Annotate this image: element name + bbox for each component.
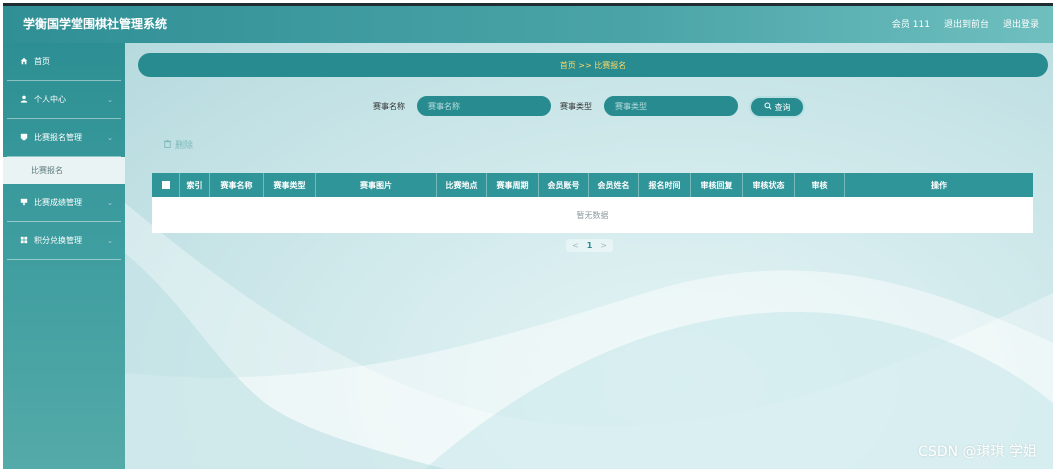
sidebar-item-home[interactable]: 首页 bbox=[7, 43, 121, 81]
chevron-down-icon: ⌄ bbox=[107, 236, 113, 245]
back-to-dashboard-link[interactable]: 退出到前台 bbox=[944, 17, 989, 30]
list-icon bbox=[19, 198, 29, 208]
sidebar: 首页 个人中心 ⌄ 比赛报名管理 ⌄ 比赛报名 比赛成绩管理 ⌄ 积分兑换管理 … bbox=[3, 43, 125, 469]
event-type-input[interactable] bbox=[604, 96, 738, 116]
chevron-down-icon: ⌄ bbox=[107, 133, 113, 142]
select-all-checkbox[interactable] bbox=[161, 181, 170, 189]
pagination: < 1 > bbox=[566, 239, 613, 252]
home-icon bbox=[19, 57, 29, 67]
sidebar-item-points-exchange[interactable]: 积分兑换管理 ⌄ bbox=[7, 222, 121, 260]
column-header: 操作 bbox=[931, 180, 947, 190]
page-number-current[interactable]: 1 bbox=[587, 241, 593, 250]
event-type-label: 赛事类型 bbox=[560, 102, 592, 111]
query-button[interactable]: 查询 bbox=[749, 96, 805, 118]
top-header: 学衡国学堂围棋社管理系统 会员 111 退出到前台 退出登录 bbox=[3, 3, 1053, 43]
sidebar-item-results-management[interactable]: 比赛成绩管理 ⌄ bbox=[7, 184, 121, 222]
sidebar-item-registration-management[interactable]: 比赛报名管理 ⌄ bbox=[7, 119, 121, 157]
table-empty-row: 暂无数据 bbox=[152, 197, 1033, 233]
sidebar-item-label: 比赛报名管理 bbox=[34, 133, 82, 142]
event-name-label: 赛事名称 bbox=[373, 102, 405, 111]
chevron-down-icon: ⌄ bbox=[107, 95, 113, 104]
prev-page-button[interactable]: < bbox=[572, 241, 579, 250]
sidebar-item-personal-center[interactable]: 个人中心 ⌄ bbox=[7, 81, 121, 119]
column-header: 赛事类型 bbox=[264, 173, 316, 197]
search-icon bbox=[763, 102, 772, 112]
delete-button-label: 删除 bbox=[175, 141, 194, 151]
column-header: 赛事周期 bbox=[487, 173, 539, 197]
app-window: 学衡国学堂围棋社管理系统 会员 111 退出到前台 退出登录 首页 个人中心 ⌄… bbox=[0, 0, 1056, 469]
column-header: 索引 bbox=[180, 173, 210, 197]
column-header: 审核 bbox=[795, 173, 845, 197]
column-header: 会员姓名 bbox=[589, 173, 639, 197]
column-header: 审核回复 bbox=[691, 173, 743, 197]
column-header: 会员账号 bbox=[539, 173, 589, 197]
column-header: 审核状态 bbox=[743, 173, 795, 197]
query-button-label: 查询 bbox=[774, 102, 791, 112]
sidebar-subitem-registration[interactable]: 比赛报名 bbox=[3, 157, 125, 184]
sidebar-item-label: 比赛成绩管理 bbox=[34, 198, 82, 207]
main-content: 首页 >> 比赛报名 赛事名称 赛事类型 查询 删除 索引 赛事名称 bbox=[125, 43, 1053, 469]
column-header: 比赛地点 bbox=[437, 173, 487, 197]
select-all-checkbox-cell[interactable] bbox=[152, 173, 180, 197]
logout-link[interactable]: 退出登录 bbox=[1003, 17, 1039, 30]
event-name-input[interactable] bbox=[417, 96, 551, 116]
user-label[interactable]: 会员 111 bbox=[892, 17, 930, 30]
watermark-text: CSDN @琪琪 学姐 bbox=[918, 444, 1037, 460]
sidebar-item-label: 个人中心 bbox=[34, 95, 66, 104]
list-icon bbox=[19, 133, 29, 143]
delete-button[interactable]: 删除 bbox=[163, 138, 193, 151]
registration-table: 索引 赛事名称 赛事类型 赛事图片 比赛地点 赛事周期 会员账号 会员姓名 报名… bbox=[152, 173, 1033, 233]
next-page-button[interactable]: > bbox=[600, 241, 607, 250]
grid-icon bbox=[19, 236, 29, 246]
search-bar: 赛事名称 赛事类型 查询 bbox=[125, 96, 1053, 118]
column-header: 报名时间 bbox=[639, 173, 691, 197]
sidebar-item-label: 首页 bbox=[34, 57, 50, 66]
breadcrumb: 首页 >> 比赛报名 bbox=[138, 53, 1048, 77]
table-header: 索引 赛事名称 赛事类型 赛事图片 比赛地点 赛事周期 会员账号 会员姓名 报名… bbox=[152, 173, 1033, 197]
app-title: 学衡国学堂围棋社管理系统 bbox=[23, 17, 168, 31]
trash-icon bbox=[163, 139, 172, 151]
chevron-down-icon: ⌄ bbox=[107, 198, 113, 207]
column-header: 赛事名称 bbox=[210, 173, 264, 197]
sidebar-item-label: 积分兑换管理 bbox=[34, 236, 82, 245]
column-header: 赛事图片 bbox=[316, 173, 437, 197]
user-icon bbox=[19, 95, 29, 105]
header-actions: 会员 111 退出到前台 退出登录 bbox=[892, 17, 1039, 30]
